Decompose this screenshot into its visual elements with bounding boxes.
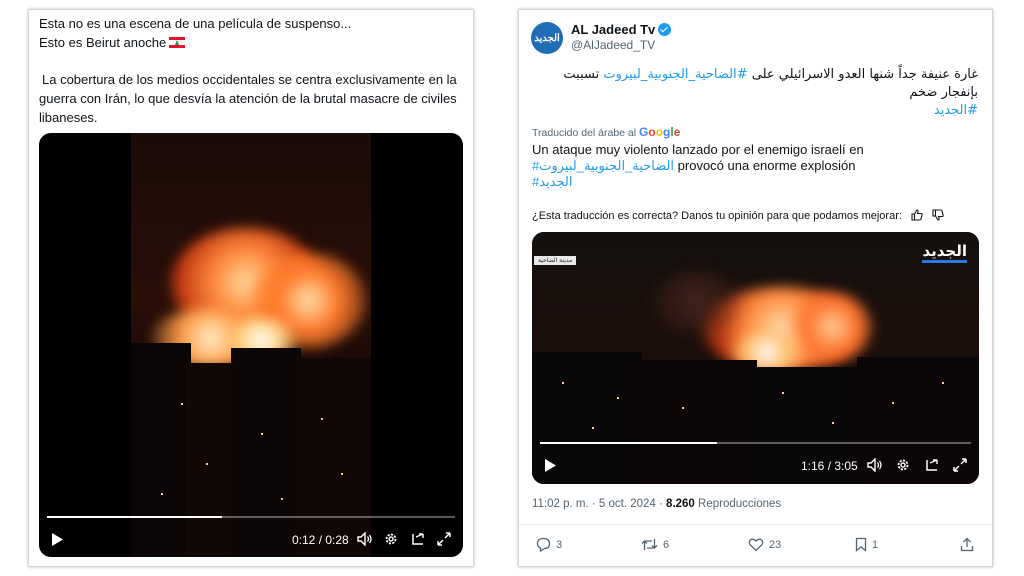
translation-feedback: ¿Esta traducción es correcta? Danos tu o… — [532, 209, 944, 222]
timestamp[interactable]: 11:02 p. m. · 5 oct. 2024 · — [532, 498, 663, 510]
reply-count: 3 — [556, 538, 563, 551]
bookmark-button[interactable]: 1 — [855, 537, 878, 552]
arabic-line1-post: تسببت — [563, 67, 604, 82]
repost-count: 6 — [663, 538, 670, 551]
location-caption: مدينة الضاحية — [534, 256, 577, 265]
translation-line2: #الضاحية_الجنوبية_لبيروت provocó una eno… — [532, 158, 972, 174]
left-tweet-card: Esta no es una escena de una película de… — [28, 9, 474, 567]
fullscreen-icon[interactable] — [953, 458, 967, 472]
arabic-line1-pre: غارة عنيفة جداً شنها العدو الاسرائيلي عل… — [747, 67, 978, 82]
view-count: 8.260 — [666, 498, 695, 510]
volume-icon[interactable] — [867, 458, 883, 472]
right-video-player[interactable]: مدينة الضاحية الجديد 1:16 / 3:05 — [532, 232, 979, 484]
tweet-meta: 11:02 p. m. · 5 oct. 2024 · 8.260 Reprod… — [532, 498, 781, 510]
bookmark-icon — [855, 537, 867, 552]
right-video-progress[interactable] — [540, 442, 971, 444]
bookmark-count: 1 — [872, 538, 879, 551]
reply-icon — [536, 537, 551, 552]
settings-gear-icon[interactable] — [896, 458, 910, 472]
verified-badge-icon — [658, 23, 672, 36]
left-tweet-body: La cobertura de los medios occidentales … — [39, 72, 457, 125]
arabic-text-line1: غارة عنيفة جداً شنها العدو الاسرائيلي عل… — [548, 66, 978, 84]
divider — [519, 524, 992, 525]
translation-hashtag-aljadeed[interactable]: #الجديد — [532, 174, 972, 190]
right-tweet-card: الجديد AL Jadeed Tv @AlJadeed_TV غارة عن… — [518, 9, 993, 567]
thumbs-down-icon[interactable] — [932, 209, 944, 221]
views-label: Reproducciones — [698, 498, 782, 510]
translation-line1: Un ataque muy violento lanzado por el en… — [532, 142, 864, 157]
author-name[interactable]: AL Jadeed Tv — [571, 22, 672, 37]
fullscreen-icon[interactable] — [437, 532, 451, 546]
picture-in-picture-icon[interactable] — [925, 458, 939, 472]
translated-label[interactable]: Traducido del árabe al Google — [532, 125, 680, 139]
share-icon — [960, 537, 974, 552]
left-tweet-line2: Esto es Beirut anoche — [39, 33, 469, 52]
right-video-progress-fill — [540, 442, 717, 444]
translation-line2-post: provocó una enorme explosión — [674, 158, 856, 173]
repost-button[interactable]: 6 — [641, 537, 669, 552]
heart-icon — [748, 538, 764, 552]
left-video-progress-fill — [47, 516, 223, 518]
repost-icon — [641, 539, 658, 550]
author-handle[interactable]: @AlJadeed_TV — [571, 38, 655, 52]
volume-icon[interactable] — [357, 532, 373, 546]
play-icon[interactable] — [544, 459, 556, 472]
translated-label-text: Traducido del árabe al — [532, 127, 637, 139]
avatar[interactable]: الجديد — [531, 22, 563, 54]
right-video-time: 1:16 / 3:05 — [801, 459, 858, 473]
share-button[interactable] — [960, 537, 974, 552]
left-video-progress[interactable] — [47, 516, 455, 518]
settings-gear-icon[interactable] — [384, 532, 398, 546]
lebanon-flag-icon — [169, 37, 186, 48]
like-button[interactable]: 23 — [748, 537, 781, 552]
explosion-video-frame — [532, 232, 979, 484]
left-video-time: 0:12 / 0:28 — [292, 533, 349, 547]
picture-in-picture-icon[interactable] — [411, 532, 425, 546]
feedback-text: ¿Esta traducción es correcta? Danos tu o… — [532, 210, 902, 222]
arabic-text-line2: بإنفجار ضخم — [909, 85, 978, 100]
play-icon[interactable] — [51, 533, 63, 546]
author-name-text: AL Jadeed Tv — [571, 22, 656, 37]
translation-text: Un ataque muy violento lanzado por el en… — [532, 142, 972, 190]
translation-hashtag-link[interactable]: #الضاحية_الجنوبية_لبيروت — [532, 158, 674, 173]
left-tweet-line1: Esta no es una escena de una película de… — [39, 16, 352, 31]
reply-button[interactable]: 3 — [536, 537, 562, 552]
explosion-video-frame — [131, 133, 371, 557]
like-count: 23 — [769, 538, 782, 551]
left-video-player[interactable]: 0:12 / 0:28 — [39, 133, 463, 557]
hashtag-aljadeed-link[interactable]: #الجديد — [548, 102, 978, 120]
thumbs-up-icon[interactable] — [911, 209, 923, 221]
left-tweet-line2-text: Esto es Beirut anoche — [39, 35, 167, 50]
channel-logo: الجديد — [922, 242, 967, 263]
hashtag-link[interactable]: #الضاحية_الجنوبية_لبيروت — [603, 67, 747, 82]
google-logo: Google — [639, 125, 681, 139]
